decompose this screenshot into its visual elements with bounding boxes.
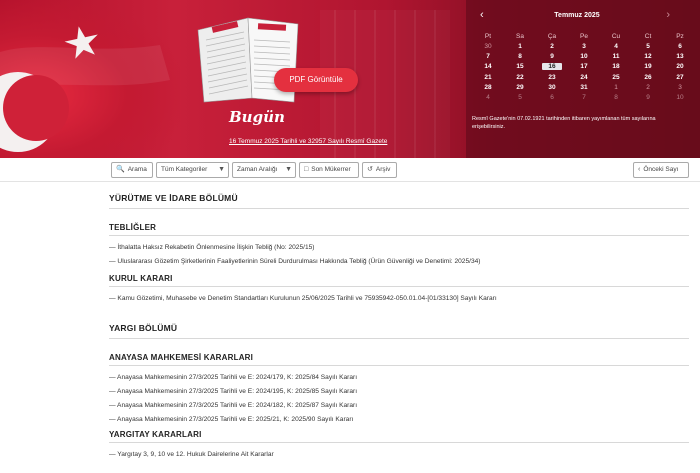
calendar-day[interactable]: 9	[536, 52, 568, 62]
calendar-day[interactable]: 14	[472, 62, 504, 72]
calendar-weekday: Ct	[644, 33, 652, 40]
last-repeat-label: Son Mükerrer	[311, 166, 351, 173]
search-icon: 🔍	[116, 166, 125, 173]
kurul-list: — Kamu Gözetimi, Muhasebe ve Denetim Sta…	[109, 295, 689, 302]
list-item[interactable]: — Anayasa Mahkemesinin 27/3/2025 Tarihli…	[109, 374, 689, 381]
chevron-down-icon: ▼	[285, 166, 292, 173]
calendar-note: Resmî Gazete'nin 07.02.1921 tarihinden i…	[472, 116, 656, 131]
yargitay-list: — Yargıtay 3, 9, 10 ve 12. Hukuk Dairele…	[109, 451, 689, 458]
calendar-day[interactable]: 21	[472, 73, 504, 83]
calendar-weekday: Cu	[611, 33, 621, 40]
calendar-day[interactable]: 13	[664, 52, 696, 62]
calendar-weekday: Ça	[547, 33, 557, 40]
teblig-list: — İthalatta Haksız Rekabetin Önlenmesine…	[109, 244, 689, 265]
calendar-day-selected[interactable]: 16	[536, 62, 568, 72]
calendar-day[interactable]: 1	[600, 83, 632, 93]
calendar-weekday: Sa	[516, 33, 524, 40]
calendar-day[interactable]: 18	[600, 62, 632, 72]
archive-button[interactable]: ↺ Arşiv	[362, 162, 397, 178]
calendar-day[interactable]: 3	[568, 42, 600, 52]
calendar-header: ‹ Temmuz 2025 ›	[472, 8, 694, 24]
calendar-day[interactable]: 10	[664, 93, 696, 103]
anayasa-list: — Anayasa Mahkemesinin 27/3/2025 Tarihli…	[109, 374, 689, 423]
previous-issue-label: Önceki Sayı	[643, 166, 679, 173]
list-item[interactable]: — Uluslararası Gözetim Şirketlerinin Faa…	[109, 258, 689, 265]
list-item[interactable]: — Kamu Gözetimi, Muhasebe ve Denetim Sta…	[109, 295, 689, 302]
list-item[interactable]: — İthalatta Haksız Rekabetin Önlenmesine…	[109, 244, 689, 251]
history-icon: ↺	[367, 166, 373, 173]
previous-issue-button[interactable]: ‹ Önceki Sayı	[633, 162, 689, 178]
calendar-day[interactable]: 17	[568, 62, 600, 72]
calendar-day[interactable]: 11	[600, 52, 632, 62]
flag-crescent-star-icon	[0, 26, 170, 152]
calendar-day[interactable]: 10	[568, 52, 600, 62]
chevron-down-icon: ▼	[218, 166, 225, 173]
calendar-day[interactable]: 27	[664, 73, 696, 83]
calendar-day[interactable]: 4	[600, 42, 632, 52]
calendar-month-title: Temmuz 2025	[554, 12, 600, 19]
subsection-title-yargitay: YARGITAY KARARLARI	[109, 430, 689, 443]
today-title: Bugün	[229, 108, 285, 126]
calendar-day[interactable]: 22	[504, 73, 536, 83]
category-select-value: Tüm Kategoriler	[161, 166, 208, 173]
calendar-weekday: Pe	[580, 33, 588, 40]
filter-toolbar: 🔍 Arama Tüm Kategoriler ▼ Zaman Aralığı ▼…	[0, 158, 700, 182]
subsection-title-anayasa: ANAYASA MAHKEMESİ KARARLARI	[109, 353, 689, 366]
subsection-title-kurul: KURUL KARARI	[109, 274, 689, 287]
last-repeat-button[interactable]: □ Son Mükerrer	[299, 162, 359, 178]
calendar-day[interactable]: 3	[664, 83, 696, 93]
pdf-view-button[interactable]: PDF Görüntüle	[274, 68, 358, 92]
section-title-yargi: YARGI BÖLÜMÜ	[109, 323, 689, 339]
calendar-day[interactable]: 31	[568, 83, 600, 93]
calendar-day[interactable]: 4	[472, 93, 504, 103]
calendar-day[interactable]: 2	[536, 42, 568, 52]
calendar-day[interactable]: 20	[664, 62, 696, 72]
document-icon: □	[304, 166, 309, 173]
calendar-weekday: Pt	[484, 33, 492, 40]
calendar-grid: Pt Sa Ça Pe Cu Ct Pz 30 1 2 3 4 5 6 7 8 9 10 11 12 13 14 15 16 1…	[472, 32, 694, 103]
calendar-day[interactable]: 23	[536, 73, 568, 83]
list-item[interactable]: — Yargıtay 3, 9, 10 ve 12. Hukuk Dairele…	[109, 451, 689, 458]
calendar-day[interactable]: 8	[504, 52, 536, 62]
calendar-day[interactable]: 28	[472, 83, 504, 93]
category-select[interactable]: Tüm Kategoriler ▼	[156, 162, 229, 178]
date-range-select[interactable]: Zaman Aralığı ▼	[232, 162, 296, 178]
calendar-day[interactable]: 7	[472, 52, 504, 62]
calendar-widget: ‹ Temmuz 2025 › Pt Sa Ça Pe Cu Ct Pz 30 1 2 3 4 5 6 7 8…	[472, 8, 694, 131]
calendar-day[interactable]: 30	[536, 83, 568, 93]
calendar-day[interactable]: 9	[632, 93, 664, 103]
today-gazette-link[interactable]: 16 Temmuz 2025 Tarihli ve 32957 Sayılı R…	[229, 138, 387, 145]
archive-label: Arşiv	[375, 166, 391, 173]
calendar-day[interactable]: 1	[504, 42, 536, 52]
calendar-day[interactable]: 8	[600, 93, 632, 103]
calendar-day[interactable]: 19	[632, 62, 664, 72]
calendar-day[interactable]: 5	[504, 93, 536, 103]
subsection-title-teblig: TEBLİĞLER	[109, 223, 689, 236]
calendar-day[interactable]: 15	[504, 62, 536, 72]
list-item[interactable]: — Anayasa Mahkemesinin 27/3/2025 Tarihli…	[109, 416, 689, 423]
calendar-day[interactable]: 7	[568, 93, 600, 103]
calendar-day[interactable]: 24	[568, 73, 600, 83]
calendar-day[interactable]: 6	[664, 42, 696, 52]
header-banner: PDF Görüntüle Bugün 16 Temmuz 2025 Tarih…	[0, 0, 700, 158]
date-range-value: Zaman Aralığı	[237, 166, 278, 173]
calendar-day[interactable]: 26	[632, 73, 664, 83]
calendar-weekday: Pz	[676, 33, 684, 40]
section-title-yurutme: YÜRÜTME VE İDARE BÖLÜMÜ	[109, 193, 689, 209]
calendar-day[interactable]: 30	[472, 42, 504, 52]
calendar-day[interactable]: 6	[536, 93, 568, 103]
list-item[interactable]: — Anayasa Mahkemesinin 27/3/2025 Tarihli…	[109, 402, 689, 409]
search-button-label: Arama	[127, 166, 147, 173]
gazette-contents: YÜRÜTME VE İDARE BÖLÜMÜ TEBLİĞLER — İtha…	[109, 193, 689, 458]
search-button[interactable]: 🔍 Arama	[111, 162, 153, 178]
calendar-day[interactable]: 12	[632, 52, 664, 62]
chevron-left-icon: ‹	[638, 166, 641, 173]
calendar-day[interactable]: 25	[600, 73, 632, 83]
list-item[interactable]: — Anayasa Mahkemesinin 27/3/2025 Tarihli…	[109, 388, 689, 395]
chevron-right-icon[interactable]: ›	[666, 9, 670, 21]
calendar-day[interactable]: 2	[632, 83, 664, 93]
calendar-day[interactable]: 5	[632, 42, 664, 52]
calendar-day[interactable]: 29	[504, 83, 536, 93]
